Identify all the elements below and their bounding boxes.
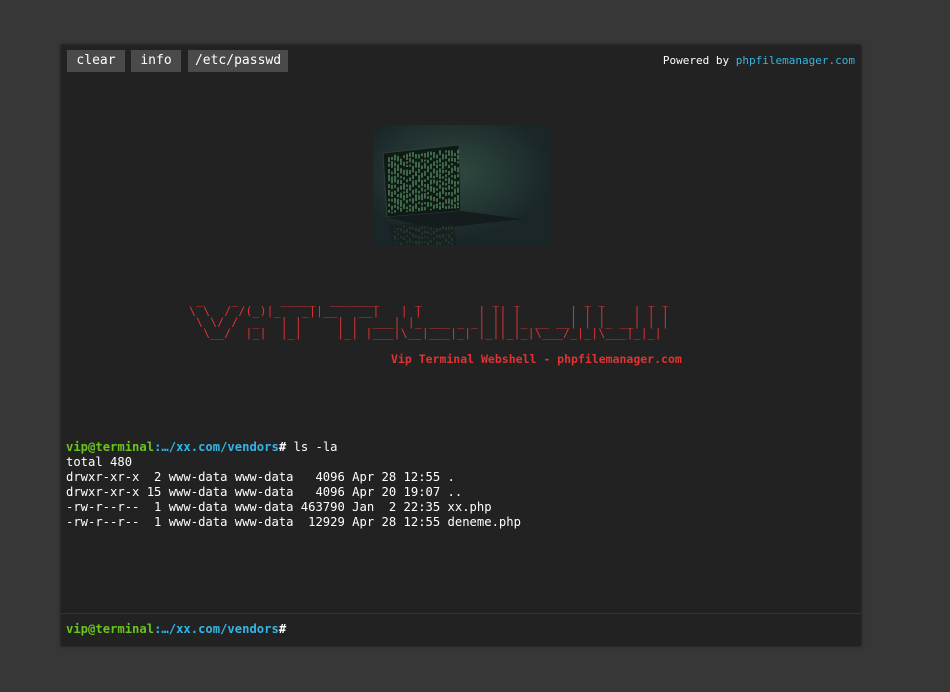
powered-by: Powered by phpfilemanager.com <box>663 54 855 67</box>
output-line: drwxr-xr-x 15 www-data www-data 4096 Apr… <box>66 485 463 499</box>
clear-button[interactable]: clear <box>67 50 125 72</box>
powered-by-label: Powered by <box>662 54 736 67</box>
input-prompt-user: vip <box>66 622 89 636</box>
info-button[interactable]: info <box>131 50 181 72</box>
command-input[interactable] <box>286 622 791 637</box>
banner-subtitle: Vip Terminal Webshell - phpfilemanager.c… <box>391 352 682 366</box>
ascii-line: \__/ |_| |_| |_| |___|\__|___|_| |_||_|_… <box>189 326 662 340</box>
output-line: total 480 <box>66 455 133 469</box>
command-prompt: vip @terminal:…/xx.com/vendors # <box>66 622 791 637</box>
etc-passwd-button[interactable]: /etc/passwd <box>188 50 288 72</box>
output-line: -rw-r--r-- 1 www-data www-data 463790 Ja… <box>66 500 492 514</box>
input-prompt-hash: # <box>278 622 287 636</box>
input-prompt-path: :…/xx.com/vendors <box>154 622 279 636</box>
input-prompt-host: @terminal <box>88 622 155 636</box>
phpfilemanager-link[interactable]: phpfilemanager.com <box>736 54 855 67</box>
prompt-user: vip <box>66 440 89 454</box>
output-line: -rw-r--r-- 1 www-data www-data 12929 Apr… <box>66 515 521 529</box>
input-separator <box>61 613 861 614</box>
toolbar: clear info /etc/passwd Powered by phpfil… <box>61 45 861 77</box>
terminal-window: clear info /etc/passwd Powered by phpfil… <box>61 45 861 646</box>
command-text: ls -la <box>286 440 338 454</box>
output-line: drwxr-xr-x 2 www-data www-data 4096 Apr … <box>66 470 455 484</box>
prompt-host: @terminal <box>88 440 155 454</box>
ascii-banner: _ _ _____ _______ _ _ _ _ _ _ _ \ \ / /(… <box>189 294 669 340</box>
prompt-path: :…/xx.com/vendors <box>154 440 279 454</box>
hacker-laptop-image <box>373 125 551 245</box>
laptop-illustration <box>373 125 551 245</box>
terminal-output: vip@terminal:…/xx.com/vendors# ls -la to… <box>66 440 521 530</box>
